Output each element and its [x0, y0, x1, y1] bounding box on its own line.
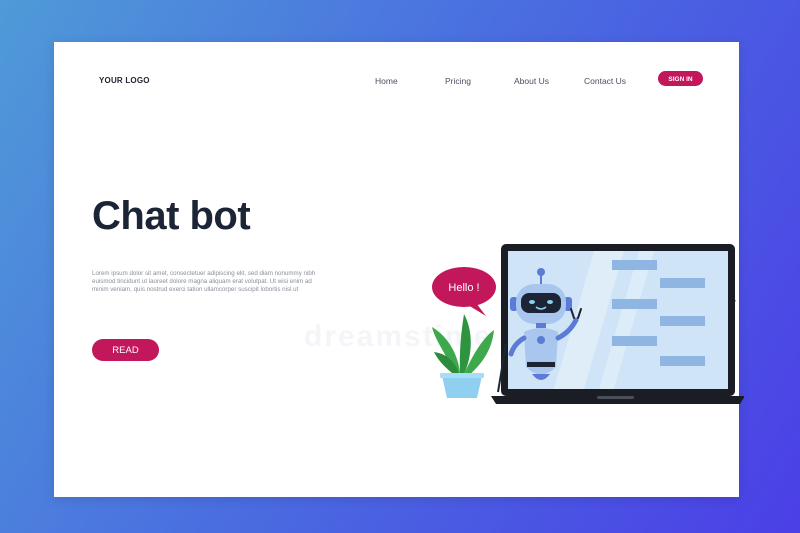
nav-pricing-link[interactable]: Pricing	[445, 76, 471, 86]
chatbot-illustration: Hello !	[432, 244, 744, 404]
logo[interactable]: YOUR LOGO	[99, 76, 150, 85]
read-more-button[interactable]: READ MORE	[92, 339, 159, 378]
nav-home-link[interactable]: Home	[375, 76, 398, 86]
sign-in-button[interactable]: SIGN IN	[658, 71, 703, 86]
speech-bubble-text: Hello !	[448, 282, 479, 294]
plant-icon	[432, 314, 494, 398]
nav-about-link[interactable]: About Us	[514, 76, 549, 86]
hero-title: Chat bot	[92, 194, 251, 238]
speech-bubble-icon: Hello !	[432, 267, 496, 316]
hero-description: Lorem ipsum dolor sit amet, consectetuer…	[92, 270, 316, 294]
nav-contact-link[interactable]: Contact Us	[584, 76, 626, 86]
landing-page-frame: YOUR LOGO Home Pricing About Us Contact …	[54, 42, 744, 497]
